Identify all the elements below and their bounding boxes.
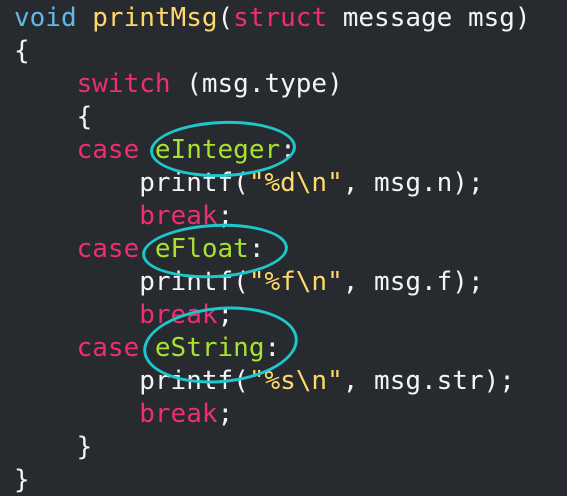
format-string: "%f\n" [248,267,343,297]
function-call-printf: printf [139,267,234,297]
keyword-switch: switch [76,69,171,99]
paren-open: ( [233,366,249,396]
keyword-case: case [76,135,140,165]
paren-open: ( [233,267,249,297]
code-line-1: void printMsg(struct message msg) [14,2,531,34]
semicolon: ; [217,399,234,429]
code-line-15: } [14,464,30,496]
enum-label-estring: eString [154,333,265,363]
code-line-2: { [14,35,30,67]
keyword-break: break [139,201,218,231]
enum-label-einteger: eInteger [154,135,281,165]
parameter-list: message msg) [327,3,531,33]
semicolon: ; [217,201,234,231]
function-name: printMsg [92,3,218,33]
code-line-8: case eFloat: [14,233,265,265]
code-line-5: case eInteger: [14,134,296,166]
code-line-13: break; [14,398,233,430]
code-line-10: break; [14,299,233,331]
code-line-14: } [14,431,93,463]
keyword-break: break [139,399,218,429]
switch-open-brace: { [76,102,93,132]
code-line-11: case eString: [14,332,281,364]
keyword-case: case [76,234,140,264]
keyword-break: break [139,300,218,330]
paren-open: ( [233,168,249,198]
keyword-case: case [76,333,140,363]
case-colon: : [280,135,296,165]
code-line-6: printf("%d\n", msg.n); [14,167,484,199]
paren-open: ( [217,3,234,33]
enum-label-efloat: eFloat [154,234,249,264]
code-line-9: printf("%f\n", msg.f); [14,266,484,298]
code-screenshot: void printMsg(struct message msg) { swit… [0,0,567,496]
format-string: "%d\n" [248,168,343,198]
keyword-void: void [14,3,77,33]
code-line-12: printf("%s\n", msg.str); [14,365,515,397]
printf-args: , msg.f); [342,267,484,297]
function-call-printf: printf [139,168,234,198]
switch-close-brace: } [76,432,93,462]
keyword-struct: struct [233,3,328,33]
close-brace: } [14,465,30,495]
format-string: "%s\n" [248,366,343,396]
function-call-printf: printf [139,366,234,396]
code-line-4: { [14,101,93,133]
case-colon: : [264,333,281,363]
code-line-3: switch (msg.type) [14,68,343,100]
code-line-7: break; [14,200,233,232]
semicolon: ; [217,300,234,330]
printf-args: , msg.n); [342,168,484,198]
printf-args: , msg.str); [342,366,515,396]
switch-expression: (msg.type) [170,69,343,99]
case-colon: : [248,234,265,264]
open-brace: { [14,36,30,66]
